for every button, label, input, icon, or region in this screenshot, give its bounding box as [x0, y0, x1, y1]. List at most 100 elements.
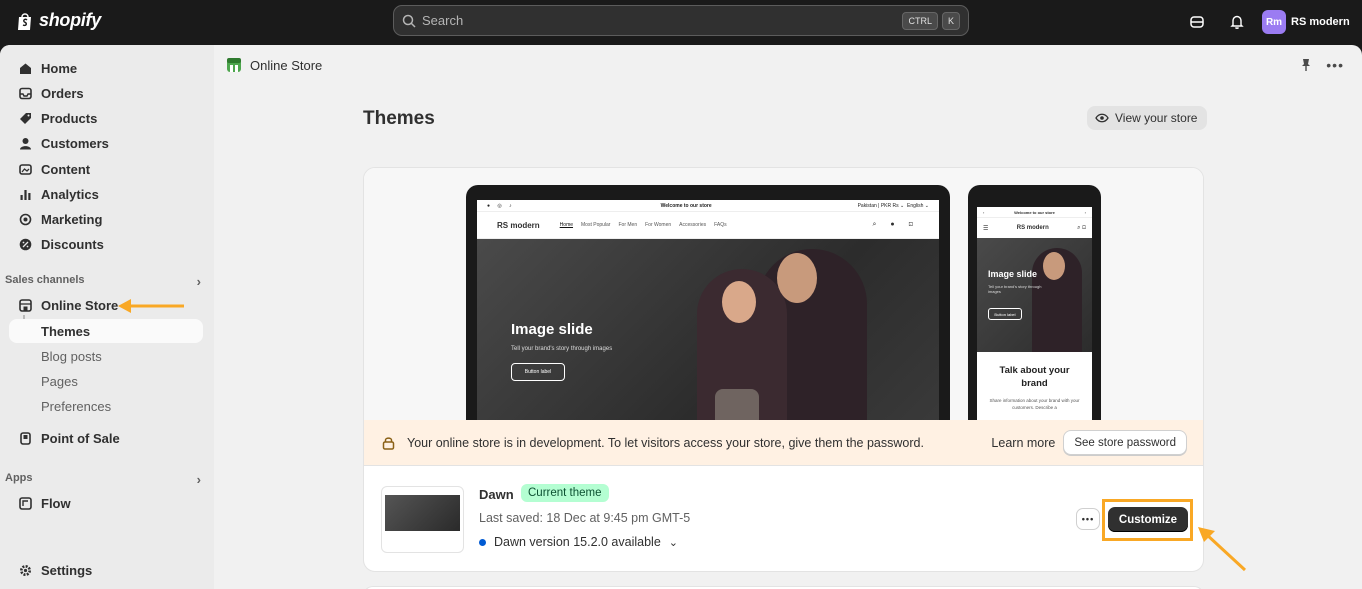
hero-subtitle: Tell your brand's story through images [511, 346, 613, 352]
online-store-app-icon [227, 58, 241, 72]
sidebar-item-label: Discounts [41, 236, 104, 252]
brand-name: shopify [39, 10, 101, 30]
menu-icon: ☰ [983, 225, 989, 232]
theme-name: Dawn [479, 487, 514, 502]
sidebar-item-settings[interactable]: Settings [9, 558, 203, 582]
storefront-icon [18, 298, 32, 312]
section-label: Apps [5, 472, 33, 484]
hero-button: Button label [511, 363, 565, 381]
sidebar-item-discounts[interactable]: Discounts [9, 232, 203, 256]
sidebar-item-label: Preferences [41, 398, 112, 414]
preview-brand: RS modern [497, 220, 540, 230]
sidebar-item-label: Analytics [41, 186, 99, 202]
sidebar-item-pages[interactable]: Pages [9, 369, 203, 393]
page-title: Themes [363, 108, 435, 129]
target-icon [18, 212, 32, 226]
current-theme-row: Dawn Current theme Last saved: 18 Dec at… [364, 465, 1203, 571]
language-select: English [906, 202, 924, 209]
sidebar-item-label: Blog posts [41, 348, 102, 364]
theme-card: ● ◎ ♪ Welcome to our store Pakistan | PK… [363, 167, 1204, 572]
sidebar-item-label: Point of Sale [41, 430, 120, 446]
search-input[interactable]: Search CTRL K [393, 5, 969, 36]
shortcut-ctrl: CTRL [902, 11, 938, 30]
chevron-down-icon: ⌄ [668, 536, 678, 549]
see-store-password-button[interactable]: See store password [1063, 430, 1187, 455]
info-dot-icon [479, 538, 486, 546]
flow-icon [18, 496, 32, 510]
sidebar-item-label: Products [41, 110, 98, 126]
tag-icon [18, 111, 32, 125]
avatar[interactable]: Rm [1262, 10, 1286, 34]
sidebar-item-label: Content [41, 161, 91, 177]
preview-nav-item: Accessories [679, 222, 707, 228]
person-icon [18, 136, 32, 150]
sidebar-item-label: Marketing [41, 211, 103, 227]
sidebar-item-label: Online Store [41, 297, 119, 313]
sidebar: Home Orders Products Customers Content A… [0, 45, 214, 589]
sidebar-item-themes[interactable]: Themes [9, 319, 203, 343]
social-icons: ● ◎ ♪ [487, 202, 515, 209]
preview-nav-item: FAQs [714, 222, 727, 228]
bell-icon[interactable] [1228, 13, 1246, 31]
mobile-hero-sub: Tell your brand's story through images [988, 284, 1042, 294]
sidebar-item-analytics[interactable]: Analytics [9, 182, 203, 206]
sidebar-item-label: Flow [41, 495, 71, 511]
mobile-section-title: Talk about your brand [999, 365, 1070, 389]
store-status-icon[interactable] [1188, 13, 1206, 31]
inbox-icon [18, 86, 32, 100]
theme-thumbnail[interactable] [381, 486, 464, 553]
theme-actions-button[interactable]: ••• [1076, 508, 1100, 530]
currency-select: Pakistan | PKR Rs [857, 202, 899, 209]
sidebar-item-blog-posts[interactable]: Blog posts [9, 344, 203, 368]
annotation-arrow-left [118, 299, 184, 313]
chart-icon [18, 187, 32, 201]
sidebar-item-label: Settings [41, 562, 93, 578]
discount-icon [18, 237, 32, 251]
face-shape [722, 281, 756, 323]
mobile-hero-button: Button label [988, 308, 1022, 320]
mobile-announcement: Welcome to our store [1014, 209, 1055, 215]
sales-channels-header[interactable]: Sales channels › [5, 274, 201, 289]
preview-nav-item: Most Popular [581, 222, 611, 228]
sidebar-item-preferences[interactable]: Preferences [9, 394, 203, 418]
sidebar-item-orders[interactable]: Orders [9, 81, 203, 105]
sidebar-item-label: Customers [41, 135, 109, 151]
version-available[interactable]: Dawn version 15.2.0 available ⌄ [479, 535, 678, 549]
shopify-logo[interactable]: shopify [16, 10, 101, 31]
sidebar-item-point-of-sale[interactable]: Point of Sale [9, 426, 203, 450]
preview-nav-item: Home [559, 222, 574, 228]
pos-icon [18, 431, 32, 445]
version-text: Dawn version 15.2.0 available [494, 535, 661, 549]
sidebar-item-home[interactable]: Home [9, 56, 203, 80]
sidebar-item-flow[interactable]: Flow [9, 491, 203, 515]
pin-icon[interactable] [1300, 58, 1312, 72]
sidebar-item-marketing[interactable]: Marketing [9, 207, 203, 231]
sidebar-item-customers[interactable]: Customers [9, 131, 203, 155]
sidebar-item-label: Home [41, 60, 78, 76]
sidebar-item-content[interactable]: Content [9, 157, 203, 181]
view-store-button[interactable]: View your store [1087, 106, 1208, 130]
store-name[interactable]: RS modern [1291, 16, 1350, 28]
sidebar-item-label: Orders [41, 85, 84, 101]
apps-header[interactable]: Apps › [5, 472, 201, 487]
sidebar-item-products[interactable]: Products [9, 106, 203, 130]
notice-text: Your online store is in development. To … [407, 435, 924, 450]
development-notice: Your online store is in development. To … [364, 420, 1203, 465]
desktop-preview: ● ◎ ♪ Welcome to our store Pakistan | PK… [466, 185, 950, 425]
learn-more-link[interactable]: Learn more [991, 436, 1055, 450]
mobile-section-text: Share information about your brand with … [989, 398, 1080, 410]
preview-nav-item: For Women [645, 222, 672, 228]
breadcrumb-label[interactable]: Online Store [250, 58, 322, 73]
face-shape [777, 253, 817, 303]
more-options-icon[interactable]: ••• [1326, 57, 1344, 73]
last-saved-text: Last saved: 18 Dec at 9:45 pm GMT-5 [479, 511, 691, 525]
annotation-arrow-diagonal [1198, 527, 1247, 572]
mobile-header-icons: ⌕ ⊡ [1077, 224, 1086, 231]
customize-button[interactable]: Customize [1108, 507, 1188, 532]
image-icon [18, 162, 32, 176]
preview-header-icons: ⌕ ● ⊡ [872, 221, 919, 228]
sidebar-item-label: Pages [41, 373, 78, 389]
status-badge: Current theme [521, 484, 609, 502]
theme-preview[interactable]: ● ◎ ♪ Welcome to our store Pakistan | PK… [364, 168, 1203, 425]
preview-nav-item: For Men [618, 222, 638, 228]
